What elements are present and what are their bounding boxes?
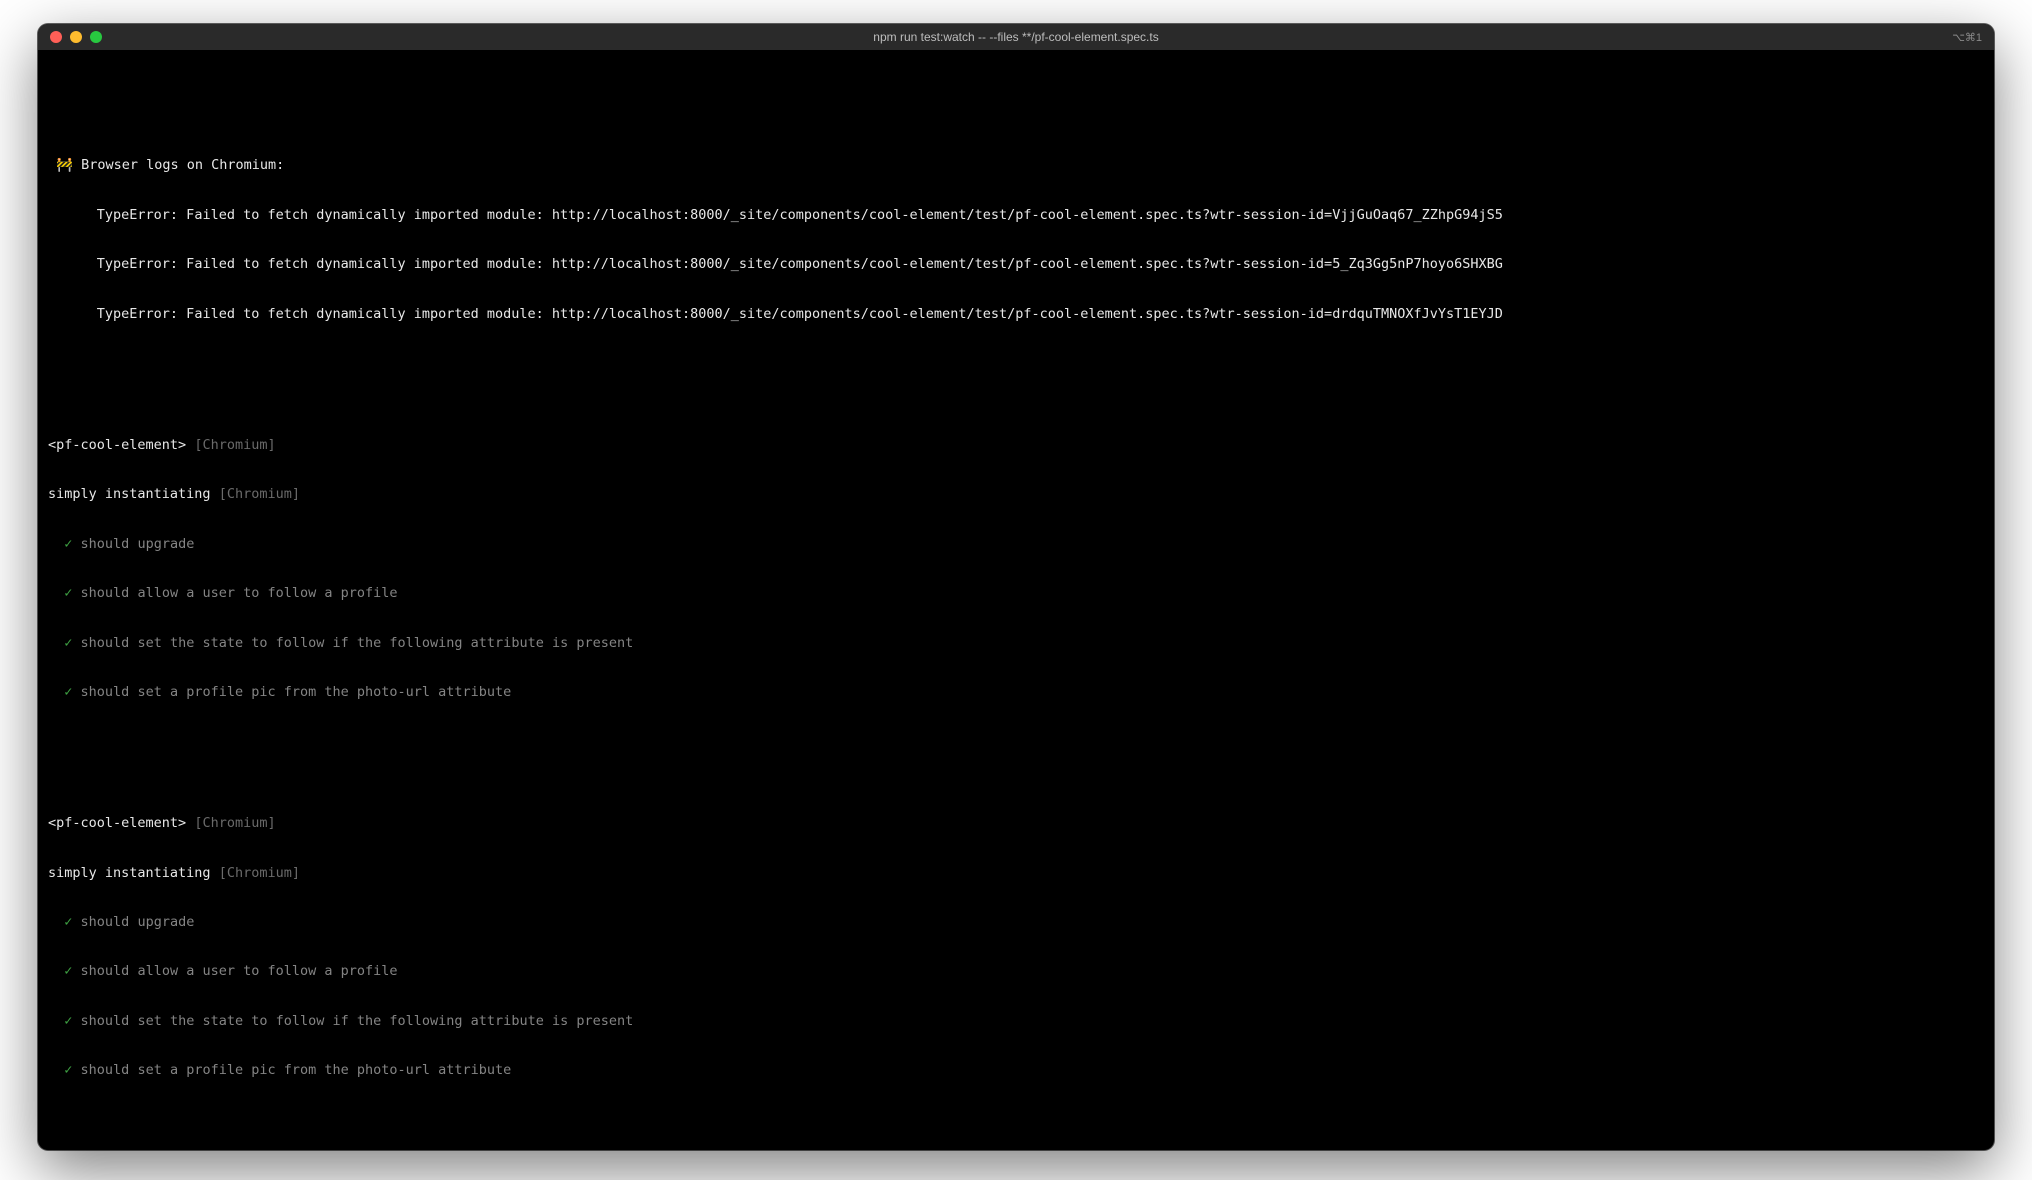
error-line: TypeError: Failed to fetch dynamically i…	[48, 306, 1984, 322]
window-title: npm run test:watch -- --files **/pf-cool…	[38, 30, 1994, 44]
suite-header: <pf-cool-element> [Chromium]	[48, 815, 1984, 831]
terminal-output[interactable]: 🚧 Browser logs on Chromium: TypeError: F…	[38, 50, 1994, 1150]
check-icon: ✓	[64, 635, 72, 651]
error-line: TypeError: Failed to fetch dynamically i…	[48, 207, 1984, 223]
close-icon[interactable]	[50, 31, 62, 43]
suite-context: simply instantiating [Chromium]	[48, 865, 1984, 881]
test-pass-line: ✓ should allow a user to follow a profil…	[48, 963, 1984, 979]
traffic-lights	[38, 31, 102, 43]
test-pass-line: ✓ should upgrade	[48, 536, 1984, 552]
window-index-badge: ⌥⌘1	[1952, 31, 1982, 44]
test-pass-line: ✓ should upgrade	[48, 914, 1984, 930]
check-icon: ✓	[64, 684, 72, 700]
terminal-window: npm run test:watch -- --files **/pf-cool…	[38, 24, 1994, 1150]
hazard-icon: 🚧	[56, 157, 73, 173]
log-header-text: Browser logs on Chromium:	[81, 157, 284, 173]
check-icon: ✓	[64, 536, 72, 552]
check-icon: ✓	[64, 914, 72, 930]
titlebar: npm run test:watch -- --files **/pf-cool…	[38, 24, 1994, 50]
test-pass-line: ✓ should allow a user to follow a profil…	[48, 585, 1984, 601]
minimize-icon[interactable]	[70, 31, 82, 43]
zoom-icon[interactable]	[90, 31, 102, 43]
check-icon: ✓	[64, 1013, 72, 1029]
log-header-line: 🚧 Browser logs on Chromium:	[48, 157, 1984, 173]
check-icon: ✓	[64, 963, 72, 979]
suite-context: simply instantiating [Chromium]	[48, 486, 1984, 502]
test-pass-line: ✓ should set the state to follow if the …	[48, 1013, 1984, 1029]
check-icon: ✓	[64, 585, 72, 601]
test-pass-line: ✓ should set a profile pic from the phot…	[48, 684, 1984, 700]
error-line: TypeError: Failed to fetch dynamically i…	[48, 256, 1984, 272]
suite-header: <pf-cool-element> [Chromium]	[48, 437, 1984, 453]
test-pass-line: ✓ should set the state to follow if the …	[48, 635, 1984, 651]
check-icon: ✓	[64, 1062, 72, 1078]
test-pass-line: ✓ should set a profile pic from the phot…	[48, 1062, 1984, 1078]
